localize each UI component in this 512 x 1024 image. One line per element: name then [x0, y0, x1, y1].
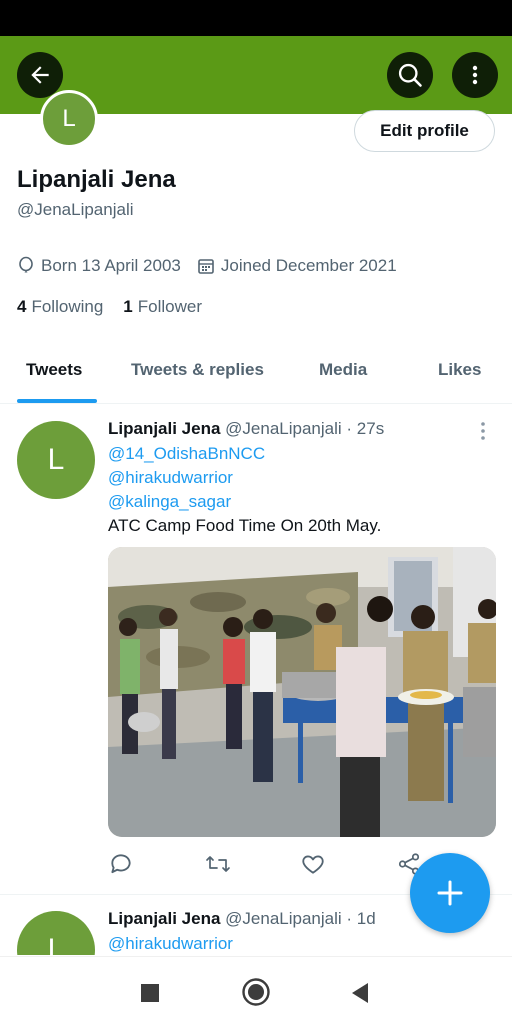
like-button[interactable]	[300, 851, 326, 882]
reply-icon	[111, 854, 131, 874]
tweet[interactable]: L Lipanjali Jena @JenaLipanjali · 27s @1…	[0, 405, 512, 895]
tab-tweets-replies[interactable]: Tweets & replies	[131, 360, 264, 380]
recents-button[interactable]	[140, 983, 160, 1008]
follow-stats: 4 Following 1 Follower	[17, 297, 222, 317]
more-vertical-icon	[481, 422, 485, 440]
tweet-handle-time: @JenaLipanjali · 27s	[225, 419, 385, 438]
tweet-more-button[interactable]	[478, 421, 488, 446]
home-button[interactable]	[241, 977, 271, 1012]
following-label: Following	[31, 297, 104, 316]
plus-icon	[437, 880, 463, 906]
camp-food-photo	[108, 547, 496, 837]
retweet-icon	[206, 856, 230, 872]
tab-media[interactable]: Media	[319, 360, 367, 380]
joined-item: Joined December 2021	[197, 256, 397, 276]
balloon-icon	[19, 256, 33, 273]
back-button[interactable]	[17, 52, 63, 98]
back-nav-button[interactable]	[350, 982, 370, 1009]
more-options-button[interactable]	[452, 52, 498, 98]
system-nav-bar	[0, 956, 512, 1024]
profile-meta: Born 13 April 2003 Joined December 2021	[17, 256, 413, 276]
followers-label: Follower	[137, 297, 202, 316]
tab-likes[interactable]: Likes	[438, 360, 481, 380]
profile-tabs: Tweets Tweets & replies Media Likes	[0, 340, 512, 404]
compose-tweet-button[interactable]	[410, 853, 490, 933]
tweet-mention[interactable]: @kalinga_sagar	[108, 492, 231, 512]
more-vertical-icon	[472, 65, 478, 85]
tweet-header: Lipanjali Jena @JenaLipanjali · 1d	[108, 909, 376, 929]
tweet-avatar[interactable]: L	[17, 421, 95, 499]
following-link[interactable]: 4 Following	[17, 297, 103, 317]
arrow-left-icon	[31, 66, 49, 84]
tweet-mention[interactable]: @hirakudwarrior	[108, 468, 233, 488]
tweet-text: ATC Camp Food Time On 20th May.	[108, 516, 382, 535]
retweet-button[interactable]	[204, 851, 232, 882]
tweet-mention[interactable]: @hirakudwarrior	[108, 934, 233, 954]
tweet-avatar[interactable]: L	[17, 911, 95, 955]
tweet-handle-time: @JenaLipanjali · 1d	[225, 909, 376, 928]
home-circle-icon	[242, 978, 270, 1006]
following-count: 4	[17, 297, 27, 316]
profile-handle: @JenaLipanjali	[17, 200, 134, 219]
edit-profile-button[interactable]: Edit profile	[354, 110, 495, 152]
active-tab-indicator	[17, 399, 97, 403]
birthday-text: Born 13 April 2003	[41, 256, 181, 275]
search-icon	[398, 63, 422, 87]
tweet-photo[interactable]	[108, 547, 496, 837]
calendar-icon	[198, 259, 214, 274]
followers-count: 1	[123, 297, 133, 316]
followers-link[interactable]: 1 Follower	[123, 297, 202, 317]
profile-avatar[interactable]: L	[40, 90, 98, 148]
triangle-back-icon	[352, 983, 368, 1003]
birthday-item: Born 13 April 2003	[17, 256, 181, 276]
tweet-author-name[interactable]: Lipanjali Jena	[108, 419, 220, 438]
tweet-header: Lipanjali Jena @JenaLipanjali · 27s	[108, 419, 384, 439]
tweet-mention[interactable]: @14_OdishaBnNCC	[108, 444, 265, 464]
status-bar	[0, 0, 512, 36]
tab-tweets[interactable]: Tweets	[26, 360, 82, 380]
square-icon	[141, 984, 159, 1002]
joined-text: Joined December 2021	[220, 256, 397, 275]
heart-icon	[302, 855, 324, 874]
tweet-author-name[interactable]: Lipanjali Jena	[108, 909, 220, 928]
profile-name: Lipanjali Jena	[17, 166, 176, 193]
search-button[interactable]	[387, 52, 433, 98]
reply-button[interactable]	[108, 851, 134, 882]
